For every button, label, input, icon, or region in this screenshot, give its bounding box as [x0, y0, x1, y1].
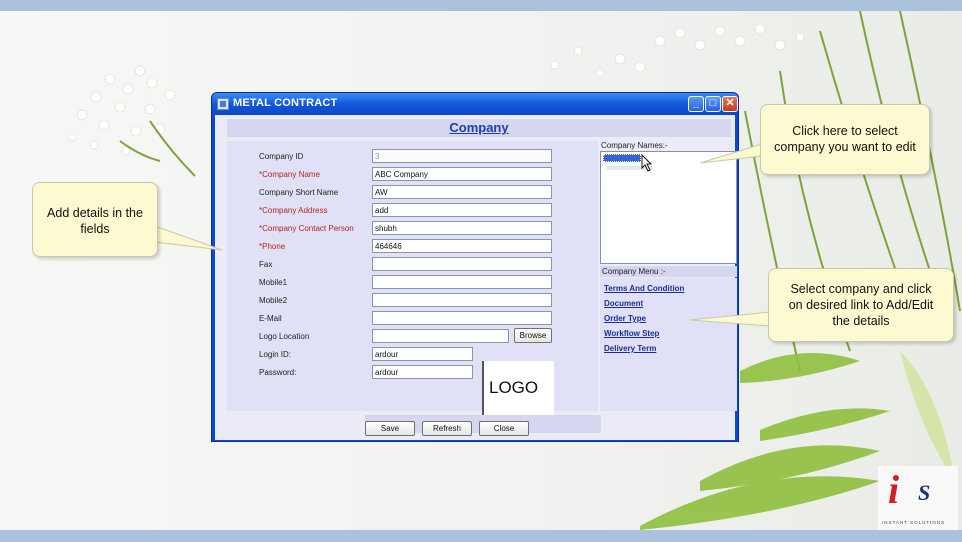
callout-line: the details [832, 314, 890, 328]
brand-logo: i S INSTANT SOLUTIONS [878, 466, 958, 530]
brand-tagline: INSTANT SOLUTIONS [882, 520, 946, 525]
callout-company-menu: Select company and click on desired link… [768, 268, 954, 342]
callout-line: fields [80, 222, 110, 236]
brand-mark-s: S [918, 480, 931, 505]
callout-add-details: Add details in the fields [32, 182, 158, 257]
callout-line: on desired link to Add/Edit [788, 298, 934, 312]
mouse-cursor-icon [641, 154, 653, 172]
callout-line: Click here to select [792, 124, 898, 138]
brand-mark-i: i [888, 467, 900, 512]
callout-line: Add details in the [47, 206, 143, 220]
callout-line: Select company and click [790, 282, 932, 296]
callout-line: company you want to edit [774, 140, 916, 154]
callout-select-company: Click here to select company you want to… [760, 104, 930, 175]
